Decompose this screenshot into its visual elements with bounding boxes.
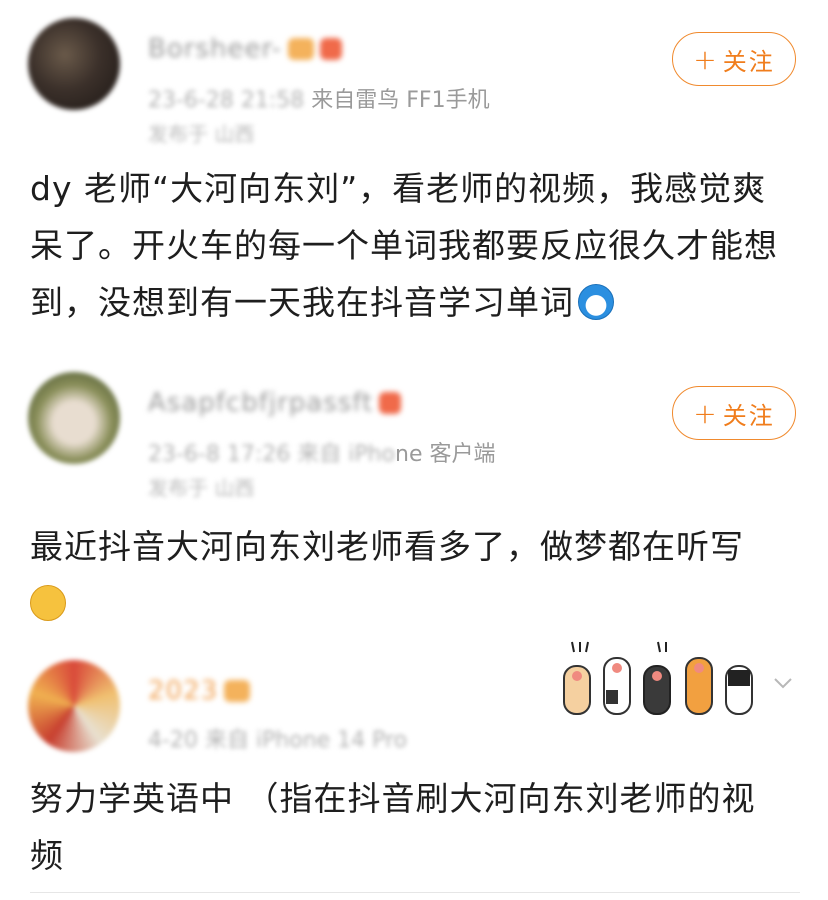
comment-text: dy 老师“大河向东刘”，看老师的视频，我感觉爽 呆了。开火车的每一个单词我都要… [30,169,778,322]
ip-location: 发布于 山西 [148,476,255,500]
username[interactable]: Asapfcbfjrpassft [148,388,402,418]
plus-icon: + [693,42,719,76]
avatar[interactable] [28,660,120,752]
meta-line: 23-6-28 21:58 来自雷鸟 FF1手机 [148,82,490,114]
ip-location: 发布于 山西 [148,122,255,146]
crown-icon [224,680,251,702]
timestamp: 23-6-8 17:26 [148,442,291,467]
timestamp: 23-6-28 21:58 [148,88,305,113]
divider [30,892,800,893]
plus-icon: + [693,396,719,430]
username[interactable]: 2023 [148,676,251,706]
comment-text: 努力学英语中 （指在抖音刷大河向东刘老师的视 频 [30,779,756,875]
follow-button[interactable]: + 关注 [672,386,796,440]
smirk-face-icon [30,585,66,621]
doraemon-icon [578,284,614,320]
source: 来自雷鸟 FF1手机 [311,88,490,113]
comment-text: 最近抖音大河向东刘老师看多了，做梦都在听写 [30,518,800,632]
avatar[interactable] [28,372,120,464]
chevron-down-icon[interactable] [772,672,794,694]
timestamp: 4-20 [148,728,198,753]
follow-button[interactable]: + 关注 [672,32,796,86]
badge-icon [379,392,402,414]
meta-line: 4-20 来自 iPhone 14 Pro [148,722,407,754]
source: ne 客户端 [395,442,496,467]
username[interactable]: Borsheer- [148,34,342,64]
badge-icon [287,38,314,60]
cat-paws-sticker [563,641,753,715]
source: 来自 iPhone 14 Pro [204,728,408,753]
avatar[interactable] [28,18,120,110]
badge-icon [319,38,342,60]
meta-line: 23-6-8 17:26 来自 iPhone 客户端 [148,442,496,467]
